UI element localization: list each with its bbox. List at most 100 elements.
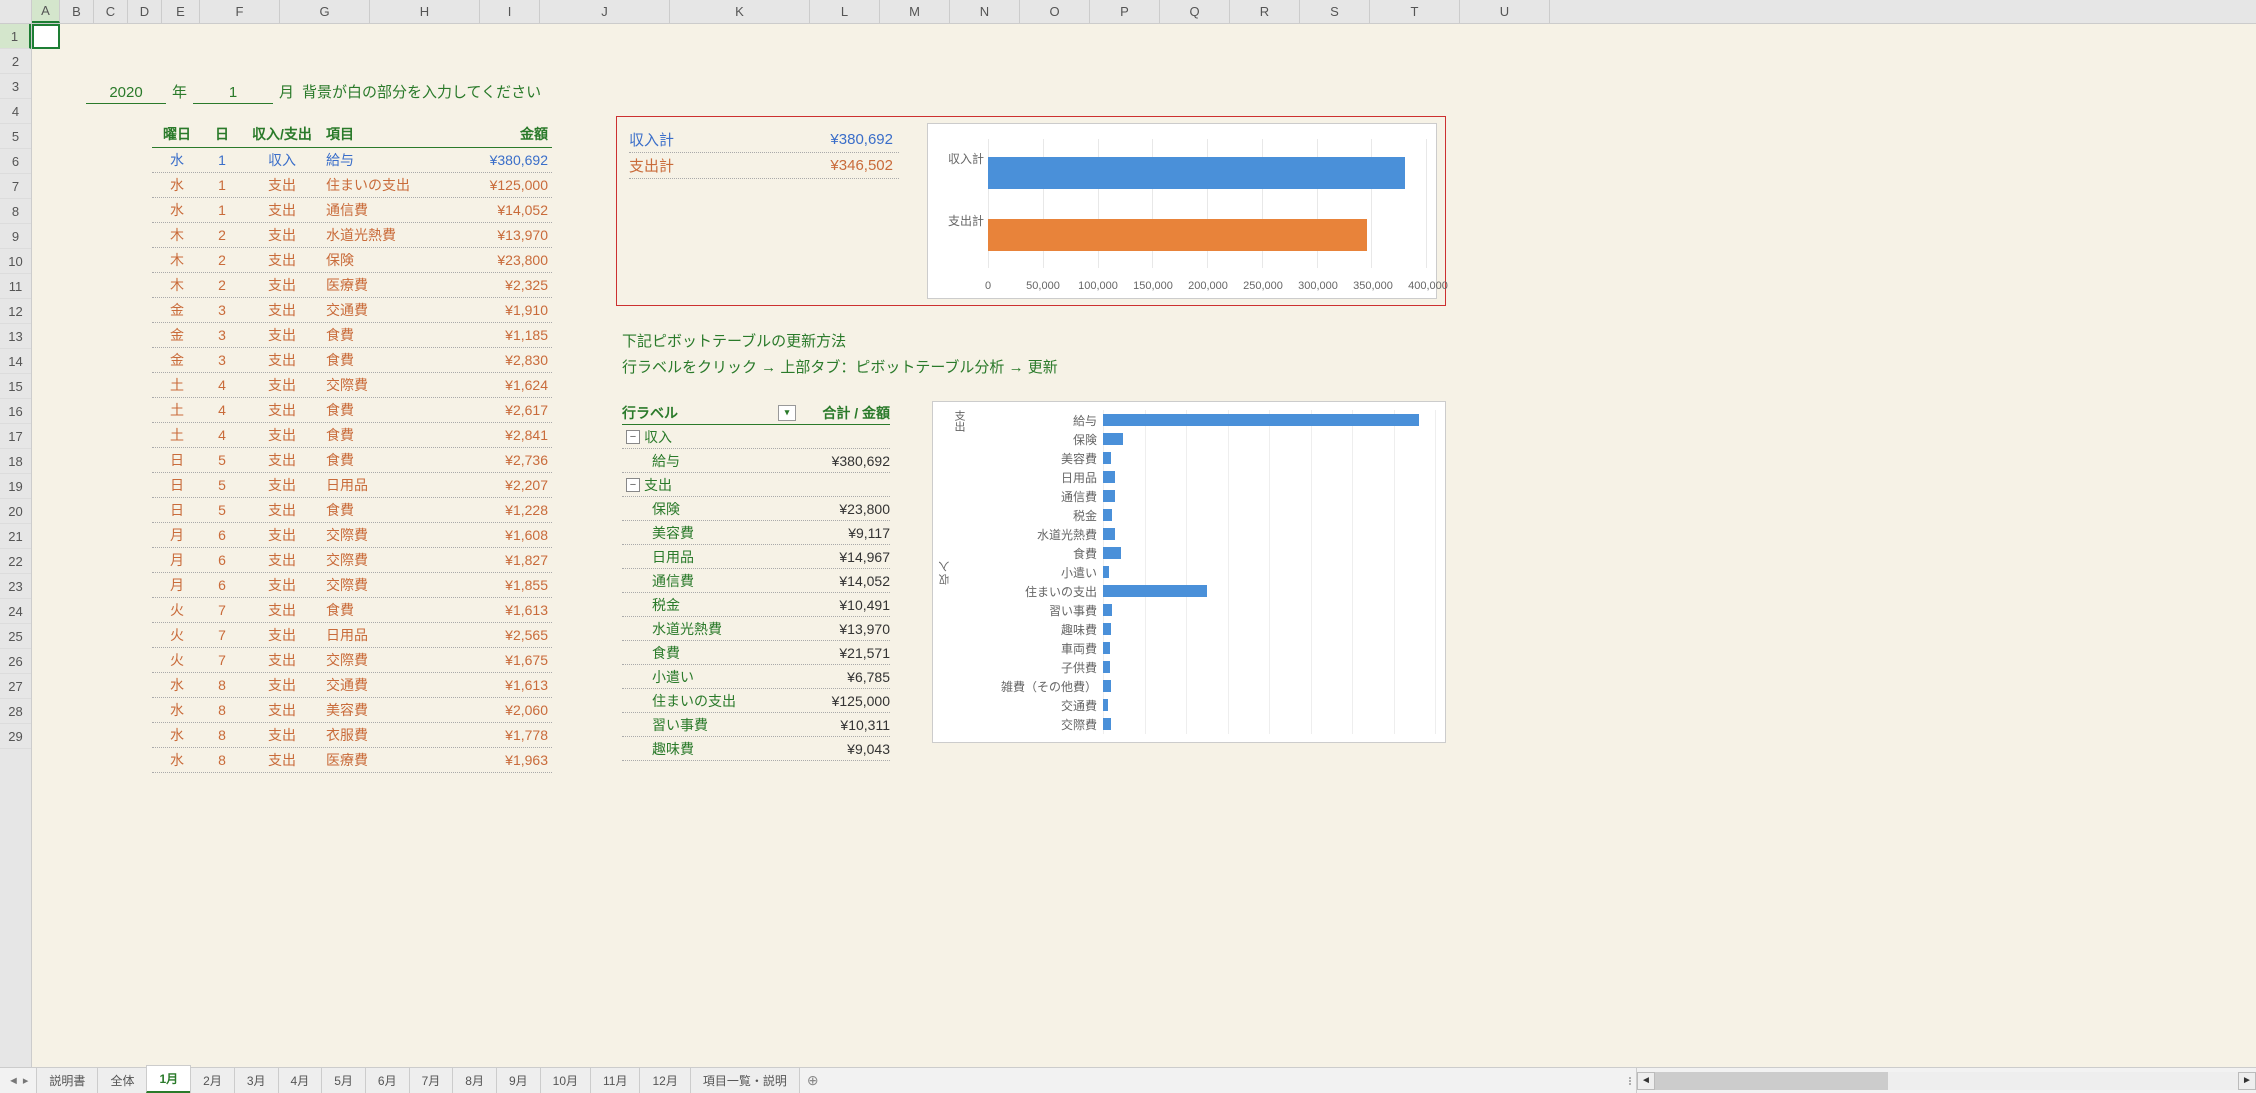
sheet-tab[interactable]: 説明書 xyxy=(36,1067,98,1093)
add-sheet-button[interactable]: ⊕ xyxy=(799,1068,827,1093)
row-header-25[interactable]: 25 xyxy=(0,624,31,649)
pivot-item-row[interactable]: 保険¥23,800 xyxy=(622,497,890,521)
chart2-bar[interactable] xyxy=(1103,661,1110,673)
chart2-bar[interactable] xyxy=(1103,642,1110,654)
column-header-L[interactable]: L xyxy=(810,0,880,23)
sheet-tab[interactable]: 9月 xyxy=(496,1067,541,1093)
tab-nav-first-icon[interactable]: ◄ xyxy=(8,1075,19,1087)
chart1-bar[interactable] xyxy=(988,219,1367,251)
chart2-bar[interactable] xyxy=(1103,471,1115,483)
pivot-item-row[interactable]: 水道光熱費¥13,970 xyxy=(622,617,890,641)
scroll-track[interactable] xyxy=(1655,1072,2238,1090)
row-header-20[interactable]: 20 xyxy=(0,499,31,524)
row-header-1[interactable]: 1 xyxy=(0,24,31,49)
sheet-tab[interactable]: 7月 xyxy=(409,1067,454,1093)
pivot-item-row[interactable]: 住まいの支出¥125,000 xyxy=(622,689,890,713)
sheet-tab[interactable]: 12月 xyxy=(639,1067,690,1093)
year-input[interactable]: 2020 xyxy=(86,84,166,104)
column-header-K[interactable]: K xyxy=(670,0,810,23)
chart2-bar[interactable] xyxy=(1103,699,1108,711)
pivot-item-row[interactable]: 食費¥21,571 xyxy=(622,641,890,665)
chart2-bar[interactable] xyxy=(1103,566,1109,578)
tab-nav-buttons[interactable]: ◄ ▸ xyxy=(0,1068,36,1093)
row-header-17[interactable]: 17 xyxy=(0,424,31,449)
pivot-row-label-header[interactable]: 行ラベル xyxy=(622,403,778,423)
column-header-N[interactable]: N xyxy=(950,0,1020,23)
ledger-row[interactable]: 月6支出交際費¥1,827 xyxy=(152,548,552,573)
collapse-icon[interactable]: − xyxy=(626,430,640,444)
month-input[interactable]: 1 xyxy=(193,84,273,104)
ledger-row[interactable]: 日5支出食費¥2,736 xyxy=(152,448,552,473)
row-header-4[interactable]: 4 xyxy=(0,99,31,124)
row-header-19[interactable]: 19 xyxy=(0,474,31,499)
column-header-R[interactable]: R xyxy=(1230,0,1300,23)
ledger-row[interactable]: 日5支出日用品¥2,207 xyxy=(152,473,552,498)
sheet-tab[interactable]: 11月 xyxy=(590,1067,640,1093)
row-header-15[interactable]: 15 xyxy=(0,374,31,399)
select-all-corner[interactable] xyxy=(0,0,32,23)
pivot-item-row[interactable]: 日用品¥14,967 xyxy=(622,545,890,569)
horizontal-scrollbar[interactable]: ◄ ► xyxy=(1636,1068,2256,1093)
scroll-left-icon[interactable]: ◄ xyxy=(1637,1072,1655,1090)
ledger-row[interactable]: 金3支出食費¥1,185 xyxy=(152,323,552,348)
ledger-row[interactable]: 土4支出食費¥2,617 xyxy=(152,398,552,423)
row-header-6[interactable]: 6 xyxy=(0,149,31,174)
column-header-C[interactable]: C xyxy=(94,0,128,23)
sheet-tab[interactable]: 10月 xyxy=(540,1067,591,1093)
ledger-row[interactable]: 月6支出交際費¥1,855 xyxy=(152,573,552,598)
ledger-row[interactable]: 土4支出食費¥2,841 xyxy=(152,423,552,448)
row-header-27[interactable]: 27 xyxy=(0,674,31,699)
column-header-M[interactable]: M xyxy=(880,0,950,23)
ledger-row[interactable]: 月6支出交際費¥1,608 xyxy=(152,523,552,548)
column-header-E[interactable]: E xyxy=(162,0,200,23)
ledger-row[interactable]: 火7支出食費¥1,613 xyxy=(152,598,552,623)
category-bar-chart[interactable]: 収入 支出 給与保険美容費日用品通信費税金水道光熱費食費小遣い住まいの支出習い事… xyxy=(932,401,1446,743)
row-header-8[interactable]: 8 xyxy=(0,199,31,224)
ledger-row[interactable]: 水8支出美容費¥2,060 xyxy=(152,698,552,723)
worksheet-area[interactable]: 2020 年 1 月 背景が白の部分を入力してください 曜日 日 収入/支出 項… xyxy=(32,24,2256,1093)
chart2-bar[interactable] xyxy=(1103,490,1115,502)
column-header-D[interactable]: D xyxy=(128,0,162,23)
column-header-Q[interactable]: Q xyxy=(1160,0,1230,23)
column-header-I[interactable]: I xyxy=(480,0,540,23)
chart2-bar[interactable] xyxy=(1103,680,1111,692)
row-header-22[interactable]: 22 xyxy=(0,549,31,574)
column-header-P[interactable]: P xyxy=(1090,0,1160,23)
chart2-bar[interactable] xyxy=(1103,528,1115,540)
sheet-tab[interactable]: 項目一覧・説明 xyxy=(690,1067,800,1093)
ledger-row[interactable]: 水8支出衣服費¥1,778 xyxy=(152,723,552,748)
column-header-U[interactable]: U xyxy=(1460,0,1550,23)
chart2-bar[interactable] xyxy=(1103,509,1112,521)
chart2-bar[interactable] xyxy=(1103,623,1111,635)
column-header-A[interactable]: A xyxy=(32,0,60,23)
ledger-row[interactable]: 水1支出通信費¥14,052 xyxy=(152,198,552,223)
ledger-row[interactable]: 木2支出水道光熱費¥13,970 xyxy=(152,223,552,248)
pivot-group-row[interactable]: −収入 xyxy=(622,425,890,449)
sheet-tab[interactable]: 6月 xyxy=(365,1067,410,1093)
chart2-bar[interactable] xyxy=(1103,414,1419,426)
ledger-row[interactable]: 水8支出医療費¥1,963 xyxy=(152,748,552,773)
pivot-item-row[interactable]: 習い事費¥10,311 xyxy=(622,713,890,737)
column-header-T[interactable]: T xyxy=(1370,0,1460,23)
row-header-9[interactable]: 9 xyxy=(0,224,31,249)
sheet-tab[interactable]: 5月 xyxy=(321,1067,366,1093)
row-header-11[interactable]: 11 xyxy=(0,274,31,299)
ledger-row[interactable]: 火7支出日用品¥2,565 xyxy=(152,623,552,648)
ledger-row[interactable]: 火7支出交際費¥1,675 xyxy=(152,648,552,673)
row-header-28[interactable]: 28 xyxy=(0,699,31,724)
row-header-29[interactable]: 29 xyxy=(0,724,31,749)
ledger-row[interactable]: 金3支出食費¥2,830 xyxy=(152,348,552,373)
tab-nav-prev-icon[interactable]: ▸ xyxy=(23,1074,29,1087)
summary-bar-chart[interactable]: 050,000100,000150,000200,000250,000300,0… xyxy=(927,123,1437,299)
row-header-5[interactable]: 5 xyxy=(0,124,31,149)
pivot-item-row[interactable]: 税金¥10,491 xyxy=(622,593,890,617)
row-header-23[interactable]: 23 xyxy=(0,574,31,599)
row-header-2[interactable]: 2 xyxy=(0,49,31,74)
row-header-7[interactable]: 7 xyxy=(0,174,31,199)
sheet-tab[interactable]: 1月 xyxy=(146,1065,191,1093)
column-header-H[interactable]: H xyxy=(370,0,480,23)
ledger-row[interactable]: 水1収入給与¥380,692 xyxy=(152,148,552,173)
chart2-bar[interactable] xyxy=(1103,718,1111,730)
chart2-bar[interactable] xyxy=(1103,585,1207,597)
ledger-row[interactable]: 金3支出交通費¥1,910 xyxy=(152,298,552,323)
